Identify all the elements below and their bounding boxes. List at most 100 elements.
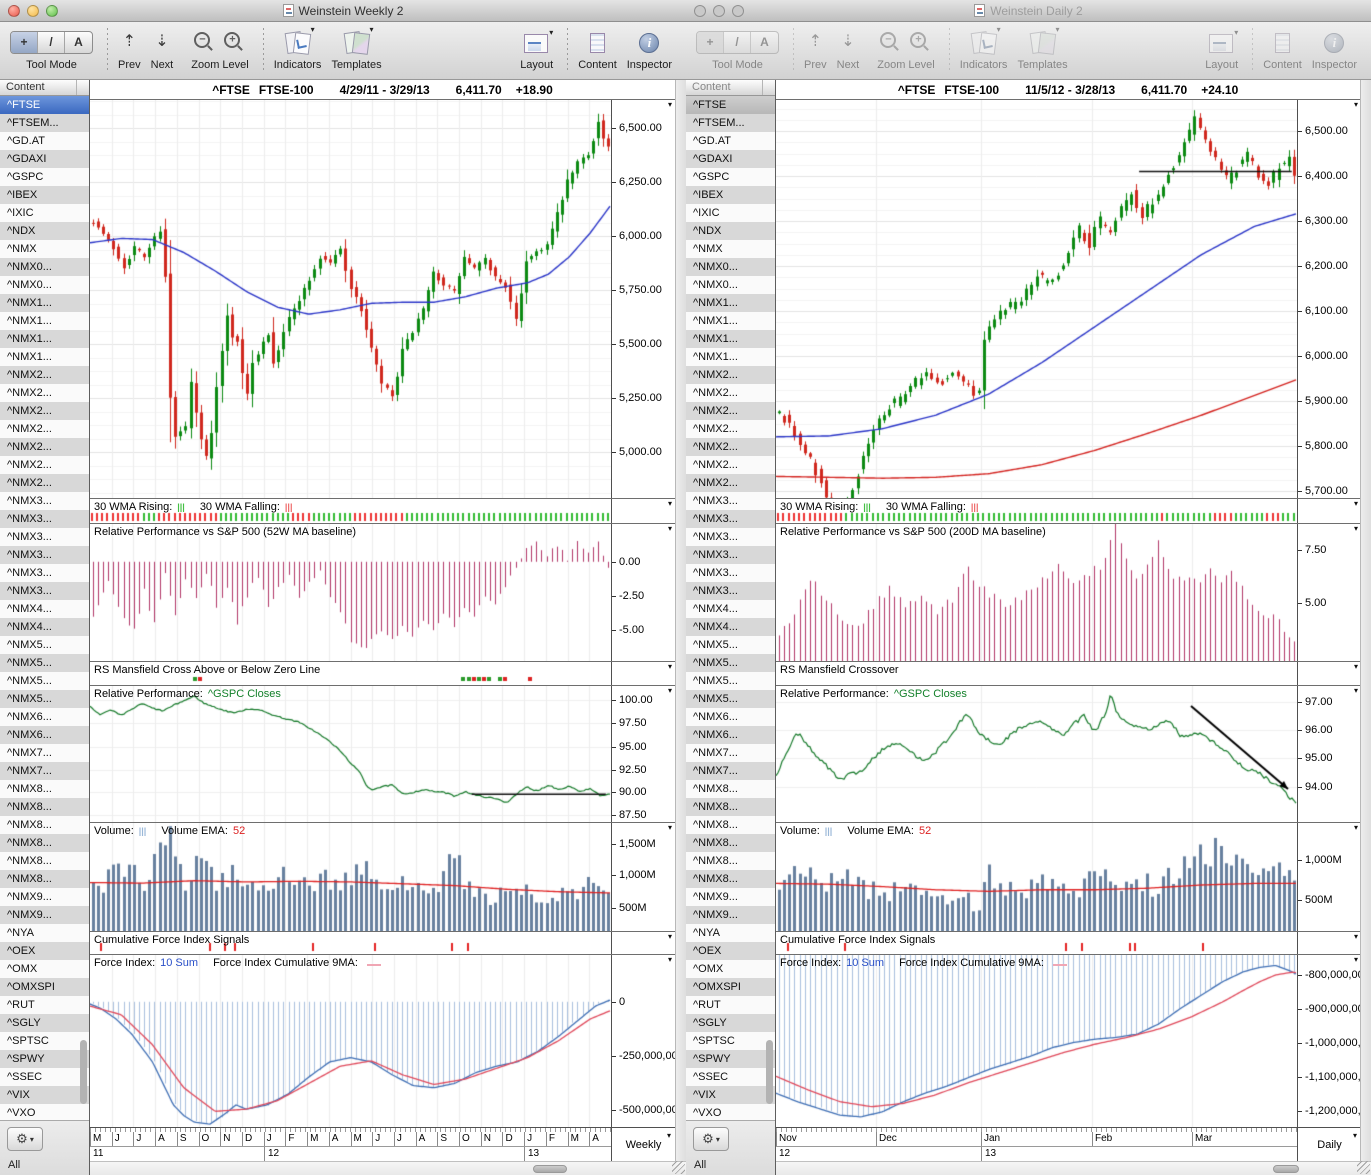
close-window-button[interactable] [694,5,706,17]
rp-histogram-axis[interactable]: ▾ 0.00 -2.50 -5.00 [611,524,675,661]
dropdown-caret-icon[interactable]: ▾ [668,824,672,832]
zoom-out-button[interactable] [880,32,897,48]
sidebar-item-symbol[interactable]: ^NMX4... [686,600,775,618]
content-button[interactable]: Content [578,27,617,71]
sidebar-item-symbol[interactable]: ^NMX2... [686,474,775,492]
rp-histogram-canvas[interactable] [776,524,1297,661]
sidebar-item-symbol[interactable]: ^NMX8... [686,870,775,888]
sidebar-item-symbol[interactable]: ^NMX1... [686,348,775,366]
sidebar-item-symbol[interactable]: ^SPTSC [686,1032,775,1050]
sidebar-item-symbol[interactable]: ^SGLY [0,1014,89,1032]
vertical-scrollbar-track[interactable] [675,80,686,1161]
sidebar-item-symbol[interactable]: ^RUT [686,996,775,1014]
sidebar-item-symbol[interactable]: ^NYA [0,924,89,942]
sidebar-item-symbol[interactable]: ^NMX0... [686,258,775,276]
sidebar-item-symbol[interactable]: ^GDAXI [0,150,89,168]
resize-grip[interactable] [1357,1161,1370,1174]
sidebar-item-symbol[interactable]: ^GDAXI [686,150,775,168]
horizontal-scrollbar[interactable] [776,1161,1371,1175]
volume-axis[interactable]: ▾ 1,000M 500M [1297,823,1361,931]
sidebar-item-symbol[interactable]: ^IBEX [0,186,89,204]
volume-axis[interactable]: ▾ 1,500M 1,000M 500M [611,823,675,931]
cfi-axis-stub[interactable]: ▾ [1297,932,1361,954]
sidebar-item-symbol[interactable]: ^OMX [686,960,775,978]
price-chart-canvas[interactable] [776,100,1297,498]
sidebar-item-symbol[interactable]: ^NMX8... [686,780,775,798]
tool-text-button[interactable]: A [751,32,778,53]
minimize-window-button[interactable] [27,5,39,17]
title-bar[interactable]: Weinstein Daily 2 [686,0,1371,22]
sidebar-item-symbol[interactable]: ^NMX7... [0,762,89,780]
sidebar-item-symbol[interactable]: ^NMX9... [686,906,775,924]
volume-canvas[interactable] [90,823,611,931]
sidebar-item-symbol[interactable]: ^NMX1... [686,330,775,348]
sidebar-item-symbol[interactable]: ^FTSEM... [0,114,89,132]
prev-button[interactable]: ⇡ Prev [118,27,141,71]
sidebar-item-symbol[interactable]: ^NMX2... [0,456,89,474]
sidebar-item-symbol[interactable]: ^NMX2... [686,438,775,456]
sidebar-item-symbol[interactable]: ^FTSE [686,96,775,114]
sidebar-item-symbol[interactable]: ^NMX8... [0,798,89,816]
mansfield-axis-stub[interactable]: ▾ [611,662,675,685]
content-button[interactable]: Content [1263,27,1302,71]
prev-button[interactable]: ⇡ Prev [804,27,827,71]
sidebar-item-symbol[interactable]: ^VXO [0,1104,89,1120]
sidebar-header[interactable]: Content [0,80,89,96]
dropdown-caret-icon[interactable]: ▾ [1354,687,1358,695]
close-window-button[interactable] [8,5,20,17]
sidebar-item-symbol[interactable]: ^NMX3... [686,492,775,510]
zoom-in-button[interactable] [910,32,927,48]
sidebar-item-symbol[interactable]: ^OMXSPI [0,978,89,996]
volume-canvas[interactable] [776,823,1297,931]
sidebar-item-symbol[interactable]: ^NMX8... [686,834,775,852]
dropdown-caret-icon[interactable]: ▾ [668,933,672,941]
sidebar-item-symbol[interactable]: ^NMX3... [0,510,89,528]
sidebar-item-symbol[interactable]: ^NMX3... [0,528,89,546]
sidebar-item-symbol[interactable]: ^NMX8... [0,816,89,834]
sidebar-item-symbol[interactable]: ^FTSEM... [686,114,775,132]
dropdown-caret-icon[interactable]: ▾ [1354,824,1358,832]
sidebar-item-symbol[interactable]: ^VXO [686,1104,775,1120]
cfi-axis-stub[interactable]: ▾ [611,932,675,954]
rp-line-axis[interactable]: ▾ 97.00 96.00 95.00 94.00 [1297,686,1361,822]
sidebar-item-symbol[interactable]: ^NMX8... [0,852,89,870]
sidebar-item-symbol[interactable]: ^NMX7... [686,744,775,762]
sidebar-item-symbol[interactable]: ^NMX3... [0,546,89,564]
sidebar-item-symbol[interactable]: ^GD.AT [0,132,89,150]
dropdown-caret-icon[interactable]: ▾ [1354,525,1358,533]
sidebar-item-symbol[interactable]: ^NMX8... [686,816,775,834]
sidebar-item-symbol[interactable]: ^SSEC [686,1068,775,1086]
indicators-button[interactable]: ▾ Indicators [960,25,1008,72]
sidebar-item-symbol[interactable]: ^NYA [686,924,775,942]
dropdown-caret-icon[interactable]: ▾ [668,663,672,671]
sidebar-item-symbol[interactable]: ^NMX6... [686,726,775,744]
dropdown-caret-icon[interactable]: ▾ [668,101,672,109]
dropdown-caret-icon[interactable]: ▾ [668,956,672,964]
sidebar-item-symbol[interactable]: ^GD.AT [686,132,775,150]
force-index-axis[interactable]: ▾ 0 -250,000,000 -500,000,000 [611,955,675,1127]
sidebar-item-symbol[interactable]: ^GSPC [686,168,775,186]
sidebar-item-symbol[interactable]: ^NMX2... [686,366,775,384]
dropdown-caret-icon[interactable]: ▾ [1354,933,1358,941]
sidebar-item-symbol[interactable]: ^NMX7... [0,744,89,762]
resize-grip[interactable] [672,1161,685,1174]
sidebar-item-symbol[interactable]: ^NMX5... [0,690,89,708]
sidebar-item-symbol[interactable]: ^NMX2... [686,402,775,420]
zoom-window-button[interactable] [46,5,58,17]
sidebar-item-symbol[interactable]: ^NMX4... [0,618,89,636]
sidebar-item-symbol[interactable]: ^NMX6... [0,708,89,726]
sidebar-item-symbol[interactable]: ^NMX2... [686,420,775,438]
periodicity-dropdown[interactable]: Daily ▾ [1297,1128,1361,1161]
sidebar-item-symbol[interactable]: ^NMX3... [0,492,89,510]
dropdown-caret-icon[interactable]: ▾ [1354,956,1358,964]
next-button[interactable]: ⇣ Next [837,27,860,71]
sidebar-item-symbol[interactable]: ^NMX3... [686,510,775,528]
sidebar-item-symbol[interactable]: ^NMX1... [0,294,89,312]
sidebar-item-symbol[interactable]: ^NMX2... [686,384,775,402]
sidebar-item-symbol[interactable]: ^SPWY [0,1050,89,1068]
sidebar-item-symbol[interactable]: ^NMX9... [686,888,775,906]
zoom-out-button[interactable] [194,32,211,48]
dropdown-caret-icon[interactable]: ▾ [1354,500,1358,508]
sidebar-item-symbol[interactable]: ^NMX5... [0,636,89,654]
sidebar-item-symbol[interactable]: ^NMX8... [686,798,775,816]
